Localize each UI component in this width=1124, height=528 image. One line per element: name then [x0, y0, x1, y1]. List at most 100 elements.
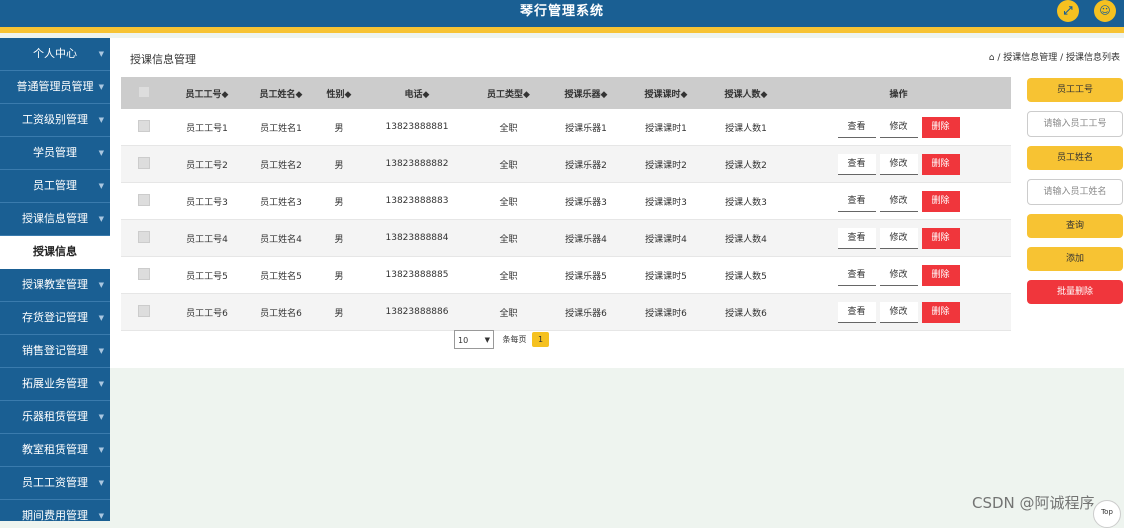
table-cell: 授课人数1 — [706, 109, 786, 146]
table-cell: 员工工号1 — [167, 109, 247, 146]
employee-name-input[interactable]: 请输入员工姓名 — [1027, 179, 1123, 205]
delete-button[interactable]: 删除 — [921, 190, 960, 212]
chevron-down-icon: ▼ — [98, 380, 104, 388]
employee-name-label: 员工姓名 — [1027, 146, 1123, 170]
delete-button[interactable]: 删除 — [921, 301, 960, 323]
sidebar-item[interactable]: 教室租赁管理 ▼ — [0, 434, 110, 467]
table-cell: 授课课时2 — [626, 145, 706, 183]
edit-button[interactable]: 修改 — [879, 190, 918, 212]
user-icon[interactable]: ☺ — [1094, 0, 1116, 22]
sidebar-item[interactable]: 员工管理 ▼ — [0, 170, 110, 203]
row-checkbox[interactable] — [121, 109, 167, 146]
column-header[interactable]: 员工类型◆ — [471, 77, 546, 109]
row-checkbox[interactable] — [121, 182, 167, 220]
view-button[interactable]: 查看 — [837, 264, 876, 286]
table-row: 员工工号3 员工姓名3 男 13823888883 全职 授课乐器3 授课课时3 授课人数3 查… — [121, 182, 1011, 220]
expand-icon[interactable]: ⤢ — [1057, 0, 1079, 22]
column-header[interactable]: 授课乐器◆ — [546, 77, 626, 109]
delete-button[interactable]: 删除 — [921, 116, 960, 138]
table-cell: 13823888885 — [363, 256, 471, 294]
sidebar-item[interactable]: 授课教室管理 ▼ — [0, 269, 110, 302]
chevron-down-icon: ▼ — [98, 116, 104, 124]
chevron-down-icon: ▼ — [98, 314, 104, 322]
edit-button[interactable]: 修改 — [879, 153, 918, 175]
sidebar-item-label: 授课信息 — [33, 245, 77, 258]
table-row: 员工工号4 员工姓名4 男 13823888884 全职 授课乐器4 授课课时4 授课人数4 查… — [121, 219, 1011, 257]
row-checkbox[interactable] — [121, 256, 167, 294]
column-header[interactable]: 授课课时◆ — [626, 77, 706, 109]
delete-button[interactable]: 删除 — [921, 264, 960, 286]
sidebar-item[interactable]: 授课信息管理 ▼ — [0, 203, 110, 236]
select-all-checkbox[interactable] — [121, 77, 167, 109]
view-button[interactable]: 查看 — [837, 190, 876, 212]
breadcrumb-path[interactable]: 授课信息管理 / 授课信息列表 — [1003, 53, 1120, 63]
table-cell: 员工姓名3 — [247, 182, 315, 220]
table-cell: 全职 — [471, 109, 546, 146]
page-size-select[interactable]: 10 ▼ — [454, 330, 494, 349]
sidebar-item-label: 个人中心 — [33, 47, 77, 60]
edit-button[interactable]: 修改 — [879, 301, 918, 323]
table-cell: 全职 — [471, 256, 546, 294]
table-cell: 授课课时3 — [626, 182, 706, 220]
sidebar-item[interactable]: 工资级别管理 ▼ — [0, 104, 110, 137]
edit-button[interactable]: 修改 — [879, 227, 918, 249]
table-cell: 员工姓名5 — [247, 256, 315, 294]
sidebar-item[interactable]: 个人中心 ▼ — [0, 38, 110, 71]
column-header[interactable]: 电话◆ — [363, 77, 471, 109]
view-button[interactable]: 查看 — [837, 116, 876, 138]
table-cell: 13823888882 — [363, 145, 471, 183]
table-cell: 员工姓名6 — [247, 293, 315, 331]
table-cell: 员工工号6 — [167, 293, 247, 331]
sidebar-item[interactable]: 普通管理员管理 ▼ — [0, 71, 110, 104]
chevron-down-icon: ▼ — [98, 281, 104, 289]
sidebar-item-label: 普通管理员管理 — [16, 80, 94, 93]
chevron-down-icon: ▼ — [98, 50, 104, 58]
table-cell: 员工姓名2 — [247, 145, 315, 183]
add-button[interactable]: 添加 — [1027, 247, 1123, 271]
edit-button[interactable]: 修改 — [879, 116, 918, 138]
table-cell: 员工工号3 — [167, 182, 247, 220]
table-cell: 员工工号2 — [167, 145, 247, 183]
page-number-button[interactable]: 1 — [532, 332, 550, 347]
sidebar-item[interactable]: 员工工资管理 ▼ — [0, 467, 110, 500]
column-header[interactable]: 授课人数◆ — [706, 77, 786, 109]
table-cell: 13823888884 — [363, 219, 471, 257]
watermark: CSDN @阿诚程序 — [972, 494, 1095, 512]
row-checkbox[interactable] — [121, 219, 167, 257]
view-button[interactable]: 查看 — [837, 301, 876, 323]
sidebar-item-label: 销售登记管理 — [22, 344, 88, 357]
column-header[interactable]: 员工工号◆ — [167, 77, 247, 109]
table-cell: 授课人数6 — [706, 293, 786, 331]
sidebar-item[interactable]: 期间费用管理 ▼ — [0, 500, 110, 521]
sidebar-item[interactable]: 学员管理 ▼ — [0, 137, 110, 170]
delete-button[interactable]: 删除 — [921, 227, 960, 249]
row-checkbox[interactable] — [121, 145, 167, 183]
edit-button[interactable]: 修改 — [879, 264, 918, 286]
batch-delete-button[interactable]: 批量删除 — [1027, 280, 1123, 304]
employee-no-input[interactable]: 请输入员工工号 — [1027, 111, 1123, 137]
chevron-down-icon: ▼ — [98, 413, 104, 421]
column-header: 操作 — [786, 77, 1011, 109]
column-header[interactable]: 员工姓名◆ — [247, 77, 315, 109]
table-cell: 授课人数2 — [706, 145, 786, 183]
view-button[interactable]: 查看 — [837, 227, 876, 249]
table-cell: 全职 — [471, 219, 546, 257]
employee-no-label: 员工工号 — [1027, 78, 1123, 102]
sidebar-item[interactable]: 乐器租赁管理 ▼ — [0, 401, 110, 434]
row-checkbox[interactable] — [121, 293, 167, 331]
view-button[interactable]: 查看 — [837, 153, 876, 175]
delete-button[interactable]: 删除 — [921, 153, 960, 175]
table-cell: 授课课时5 — [626, 256, 706, 294]
table-cell: 男 — [315, 293, 363, 331]
sidebar-item[interactable]: 存货登记管理 ▼ — [0, 302, 110, 335]
chevron-down-icon: ▼ — [484, 336, 490, 344]
sidebar-item[interactable]: 销售登记管理 ▼ — [0, 335, 110, 368]
query-button[interactable]: 查询 — [1027, 214, 1123, 238]
column-header[interactable]: 性别◆ — [315, 77, 363, 109]
sidebar-item-label: 期间费用管理 — [22, 509, 88, 521]
back-to-top-button[interactable]: Top — [1093, 500, 1121, 528]
sidebar-subitem[interactable]: 授课信息 — [0, 236, 110, 269]
home-icon[interactable]: ⌂ — [989, 53, 995, 63]
app-title: 琴行管理系统 — [519, 4, 604, 19]
sidebar-item[interactable]: 拓展业务管理 ▼ — [0, 368, 110, 401]
